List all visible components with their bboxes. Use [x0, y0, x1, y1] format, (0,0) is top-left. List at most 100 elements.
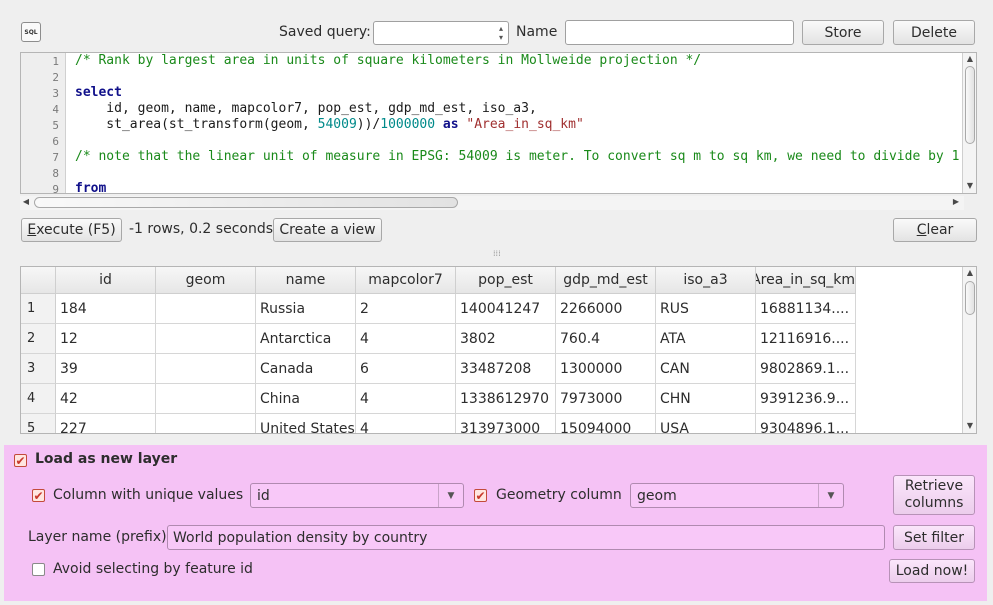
line-number: 8 [52, 167, 59, 180]
editor-hscroll-thumb[interactable] [34, 197, 458, 208]
name-input[interactable] [565, 20, 794, 45]
table-cell[interactable]: 39 [56, 354, 156, 384]
table-cell[interactable]: 9304896.1... [756, 414, 856, 433]
execute-button[interactable]: Execute (F5) [21, 218, 122, 242]
table-cell[interactable]: 42 [56, 384, 156, 414]
row-header[interactable]: 5 [21, 414, 56, 433]
editor-scroll-thumb[interactable] [965, 66, 975, 144]
table-cell[interactable]: 16881134.... [756, 294, 856, 324]
geometry-column-value: geom [637, 487, 677, 504]
clear-button[interactable]: Clear [893, 218, 977, 242]
geometry-column-checkbox[interactable]: ✔ [474, 489, 487, 502]
table-cell[interactable] [156, 354, 256, 384]
table-cell[interactable]: 227 [56, 414, 156, 433]
corner-header[interactable] [21, 267, 56, 294]
table-cell[interactable]: Russia [256, 294, 356, 324]
table-cell[interactable]: CHN [656, 384, 756, 414]
table-cell[interactable]: 760.4 [556, 324, 656, 354]
table-cell[interactable]: CAN [656, 354, 756, 384]
row-header[interactable]: 2 [21, 324, 56, 354]
table-cell[interactable] [156, 324, 256, 354]
table-cell[interactable]: 9802869.1... [756, 354, 856, 384]
table-cell[interactable]: United States [256, 414, 356, 433]
results-table[interactable]: id geom name mapcolor7 pop_est gdp_md_es… [20, 266, 977, 434]
table-cell[interactable] [156, 294, 256, 324]
row-header[interactable]: 1 [21, 294, 56, 324]
saved-query-select[interactable]: ▴ ▾ [373, 21, 509, 45]
scroll-right-icon[interactable]: ▶ [950, 197, 962, 206]
table-cell[interactable]: 313973000 [456, 414, 556, 433]
table-vertical-scrollbar[interactable]: ▲ ▼ [962, 267, 976, 433]
layer-name-input[interactable]: World population density by country [167, 525, 885, 550]
column-header-id[interactable]: id [56, 267, 156, 294]
sql-icon[interactable]: SQL [21, 22, 41, 42]
table-cell[interactable]: 140041247 [456, 294, 556, 324]
table-scroll-thumb[interactable] [965, 281, 975, 315]
table-cell[interactable] [156, 414, 256, 433]
execute-mnemonic: E [27, 222, 37, 238]
table-cell[interactable]: 4 [356, 324, 456, 354]
column-header-mapcolor7[interactable]: mapcolor7 [356, 267, 456, 294]
column-header-geom[interactable]: geom [156, 267, 256, 294]
code-token-string: "Area_in_sq_km" [466, 117, 584, 132]
table-cell[interactable]: 2266000 [556, 294, 656, 324]
table-cell[interactable]: 1300000 [556, 354, 656, 384]
column-header-pop-est[interactable]: pop_est [456, 267, 556, 294]
store-button[interactable]: Store [802, 20, 884, 45]
table-cell[interactable]: RUS [656, 294, 756, 324]
scroll-left-icon[interactable]: ◀ [20, 197, 32, 206]
load-as-new-layer-checkbox[interactable]: ✔ [14, 454, 27, 467]
chevron-down-icon[interactable]: ▼ [818, 484, 843, 507]
code-token-keyword: as [435, 117, 467, 132]
scroll-down-icon[interactable]: ▼ [964, 421, 976, 430]
execution-status: -1 rows, 0.2 seconds [129, 221, 274, 237]
table-cell[interactable]: 1338612970 [456, 384, 556, 414]
table-cell[interactable]: USA [656, 414, 756, 433]
line-number: 9 [52, 183, 59, 194]
table-cell[interactable]: 4 [356, 384, 456, 414]
retrieve-columns-button[interactable]: Retrieve columns [893, 475, 975, 515]
editor-horizontal-scrollbar[interactable]: ◀ ▶ [20, 196, 964, 210]
table-cell[interactable]: 12116916.... [756, 324, 856, 354]
load-now-button[interactable]: Load now! [889, 559, 975, 583]
table-cell[interactable] [156, 384, 256, 414]
table-cell[interactable]: Antarctica [256, 324, 356, 354]
create-view-button[interactable]: Create a view [273, 218, 382, 242]
line-number: 2 [52, 71, 59, 84]
column-header-name[interactable]: name [256, 267, 356, 294]
table-cell[interactable]: 184 [56, 294, 156, 324]
table-cell[interactable]: Canada [256, 354, 356, 384]
line-number: 1 [52, 55, 59, 68]
table-cell[interactable]: 4 [356, 414, 456, 433]
splitter-handle[interactable]: ⁞⁞⁞ [493, 249, 501, 258]
column-header-iso-a3[interactable]: iso_a3 [656, 267, 756, 294]
unique-column-select[interactable]: id ▼ [250, 483, 464, 508]
row-header[interactable]: 4 [21, 384, 56, 414]
table-cell[interactable]: 33487208 [456, 354, 556, 384]
table-cell[interactable]: ATA [656, 324, 756, 354]
table-cell[interactable]: 9391236.9... [756, 384, 856, 414]
column-header-area[interactable]: Area_in_sq_km [756, 267, 856, 294]
table-cell[interactable]: 7973000 [556, 384, 656, 414]
geometry-column-select[interactable]: geom ▼ [630, 483, 844, 508]
delete-button[interactable]: Delete [893, 20, 975, 45]
scroll-down-icon[interactable]: ▼ [964, 181, 976, 190]
unique-column-checkbox[interactable]: ✔ [32, 489, 45, 502]
table-cell[interactable]: 2 [356, 294, 456, 324]
set-filter-button[interactable]: Set filter [893, 525, 975, 550]
table-cell[interactable]: 6 [356, 354, 456, 384]
scroll-up-icon[interactable]: ▲ [964, 268, 976, 277]
unique-column-label: Column with unique values [53, 487, 244, 503]
column-header-gdp-md-est[interactable]: gdp_md_est [556, 267, 656, 294]
editor-vertical-scrollbar[interactable]: ▲ ▼ [962, 53, 976, 193]
row-header[interactable]: 3 [21, 354, 56, 384]
table-cell[interactable]: China [256, 384, 356, 414]
table-cell[interactable]: 12 [56, 324, 156, 354]
table-cell[interactable]: 15094000 [556, 414, 656, 433]
chevron-down-icon[interactable]: ▼ [438, 484, 463, 507]
table-cell[interactable]: 3802 [456, 324, 556, 354]
sql-editor[interactable]: 1 2 3 4 5 6 7 8 9 /* Rank by largest are… [20, 52, 977, 194]
line-number: 6 [52, 135, 59, 148]
avoid-feature-id-checkbox[interactable] [32, 563, 45, 576]
scroll-up-icon[interactable]: ▲ [964, 54, 976, 63]
